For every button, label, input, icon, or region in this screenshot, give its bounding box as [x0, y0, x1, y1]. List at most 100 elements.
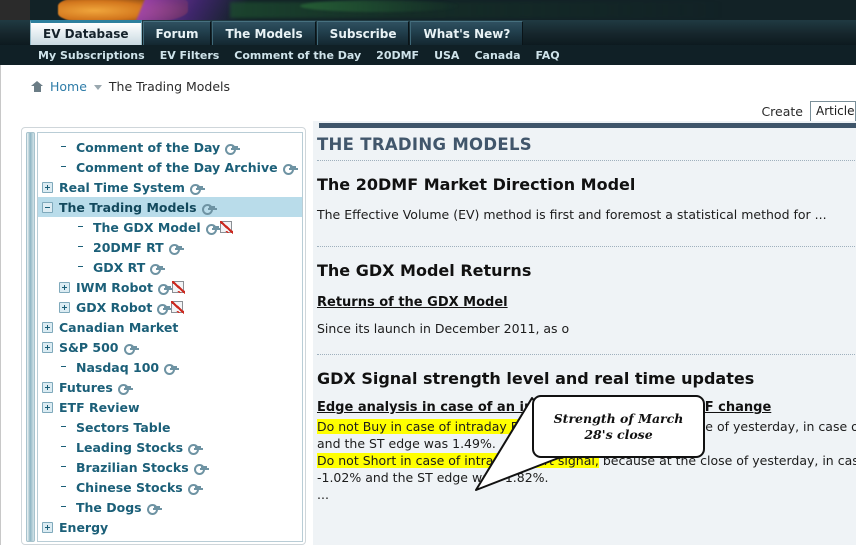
- create-label: Create: [761, 104, 803, 119]
- caret-right-icon: [93, 85, 102, 90]
- sidebar-item-label: Comment of the Day Archive: [76, 159, 278, 175]
- sidebar-item-the-dogs[interactable]: The Dogs: [38, 497, 302, 517]
- sidebar-item-label: The GDX Model: [93, 219, 201, 235]
- sidebar-item-futures[interactable]: Futures: [38, 377, 302, 397]
- sidebar-item-leading-stocks[interactable]: Leading Stocks: [38, 437, 302, 457]
- sidebar-item-chinese-stocks[interactable]: Chinese Stocks: [38, 477, 302, 497]
- divider: [317, 246, 856, 247]
- home-icon: [31, 81, 43, 92]
- tree-indent-spacer: [59, 502, 70, 513]
- sidebar-item-label: Canadian Market: [59, 319, 179, 335]
- sidebar-item-s-p-500[interactable]: S&P 500: [38, 337, 302, 357]
- subnav-item-canada[interactable]: Canada: [474, 49, 520, 62]
- subnav-item-ev-filters[interactable]: EV Filters: [160, 49, 220, 62]
- sidebar-item-label: The Dogs: [76, 499, 142, 515]
- tree-indent-spacer: [59, 162, 70, 173]
- sidebar-item-brazilian-stocks[interactable]: Brazilian Stocks: [38, 457, 302, 477]
- section-heading-20dmf: The 20DMF Market Direction Model: [317, 175, 636, 194]
- divider: [317, 354, 856, 355]
- tab-label: The Models: [225, 26, 303, 41]
- sidebar-item-nasdaq-100[interactable]: Nasdaq 100: [38, 357, 302, 377]
- tree-indent-spacer: [76, 262, 87, 273]
- sidebar-item-energy[interactable]: Energy: [38, 517, 302, 537]
- sidebar-item-label: Real Time System: [59, 179, 185, 195]
- expand-plus-icon[interactable]: [42, 401, 53, 413]
- content-top-rule: [319, 123, 856, 128]
- subnav-item-20dmf[interactable]: 20DMF: [376, 49, 419, 62]
- primary-tabbar: EV Database Forum The Models Subscribe W…: [0, 20, 856, 45]
- sidebar-item-label: Brazilian Stocks: [76, 459, 189, 475]
- tab-subscribe[interactable]: Subscribe: [316, 21, 410, 45]
- tab-whats-new[interactable]: What's New?: [410, 21, 524, 45]
- sidebar-item-sectors-table[interactable]: Sectors Table: [38, 417, 302, 437]
- subnav-item-comment-of-the-day[interactable]: Comment of the Day: [234, 49, 361, 62]
- page-title: THE TRADING MODELS: [317, 135, 532, 154]
- tree-indent-spacer: [59, 482, 70, 493]
- sidebar-item-gdx-rt[interactable]: GDX RT: [38, 257, 302, 277]
- sidebar-item-label: Comment of the Day: [76, 139, 221, 155]
- sidebar-item-comment-of-the-day-archive[interactable]: Comment of the Day Archive: [38, 157, 302, 177]
- sidebar-item-canadian-market[interactable]: Canadian Market: [38, 317, 302, 337]
- sidebar-tree-container: Comment of the Day Comment of the Day Arc…: [37, 132, 303, 542]
- expand-plus-icon[interactable]: [59, 281, 70, 293]
- sidebar-collapse-rail[interactable]: [26, 132, 35, 542]
- tree-indent-spacer: [59, 442, 70, 453]
- expand-plus-icon[interactable]: [42, 181, 53, 193]
- tab-label: What's New?: [423, 26, 511, 41]
- key-icon: [282, 162, 296, 175]
- breadcrumb-home-link[interactable]: Home: [50, 79, 87, 94]
- sidebar-item-iwm-robot[interactable]: IWM Robot: [38, 277, 302, 297]
- key-icon: [225, 142, 239, 155]
- tree-indent-spacer: [76, 242, 87, 253]
- expand-plus-icon[interactable]: [42, 381, 53, 393]
- key-icon: [187, 482, 201, 495]
- key-icon: [189, 182, 203, 195]
- key-icon: [157, 282, 171, 295]
- tab-label: EV Database: [43, 27, 129, 41]
- document-restricted-icon: [219, 221, 233, 234]
- sidebar-item-the-gdx-model[interactable]: The GDX Model: [38, 217, 302, 237]
- sidebar-item-gdx-robot[interactable]: GDX Robot: [38, 297, 302, 317]
- sidebar-item-20dmf-rt[interactable]: 20DMF RT: [38, 237, 302, 257]
- sidebar-item-etf-review[interactable]: ETF Review: [38, 397, 302, 417]
- collapse-minus-icon[interactable]: [42, 201, 53, 213]
- sidebar-item-label: Futures: [59, 379, 113, 395]
- sidebar-item-label: GDX RT: [93, 259, 146, 275]
- expand-plus-icon[interactable]: [59, 301, 70, 313]
- key-icon: [168, 242, 182, 255]
- expand-plus-icon[interactable]: [42, 542, 53, 543]
- section-paragraph-20dmf: The Effective Volume (EV) method is firs…: [317, 207, 827, 222]
- breadcrumb: Home The Trading Models: [31, 79, 230, 94]
- tab-the-models[interactable]: The Models: [212, 21, 316, 45]
- document-restricted-icon: [171, 301, 185, 314]
- expand-plus-icon[interactable]: [42, 521, 53, 533]
- signal-line-5: ...: [317, 487, 329, 502]
- key-icon: [123, 342, 137, 355]
- create-type-select[interactable]: Article: [810, 101, 856, 122]
- sidebar-item-comment-of-the-day[interactable]: Comment of the Day: [38, 137, 302, 157]
- key-icon: [205, 222, 219, 235]
- key-icon: [201, 202, 215, 215]
- sidebar-item-the-trading-models[interactable]: The Trading Models: [38, 197, 302, 217]
- key-icon: [117, 382, 131, 395]
- tree-indent-spacer: [59, 462, 70, 473]
- sidebar-item-label: S&P 500: [59, 339, 119, 355]
- key-icon: [193, 462, 207, 475]
- sidebar-item-label: Nasdaq 100: [76, 359, 160, 375]
- divider: [317, 160, 856, 161]
- secondary-navbar: My Subscriptions EV Filters Comment of t…: [0, 45, 856, 65]
- sidebar-item-real-time-system[interactable]: Real Time System: [38, 177, 302, 197]
- sidebar-item-materials[interactable]: Materials: [38, 537, 302, 542]
- sidebar-tree: Comment of the Day Comment of the Day Arc…: [38, 133, 302, 542]
- sidebar-panel: Comment of the Day Comment of the Day Arc…: [21, 127, 306, 545]
- subnav-item-usa[interactable]: USA: [434, 49, 459, 62]
- expand-plus-icon[interactable]: [42, 341, 53, 353]
- sidebar-item-label: Materials: [59, 540, 125, 542]
- link-returns-of-the-gdx-model[interactable]: Returns of the GDX Model: [317, 295, 856, 310]
- expand-plus-icon[interactable]: [42, 321, 53, 333]
- tab-forum[interactable]: Forum: [142, 21, 212, 45]
- section-heading-gdx-signal: GDX Signal strength level and real time …: [317, 369, 755, 388]
- subnav-item-faq[interactable]: FAQ: [536, 49, 560, 62]
- tab-ev-database[interactable]: EV Database: [30, 20, 142, 45]
- subnav-item-my-subscriptions[interactable]: My Subscriptions: [38, 49, 145, 62]
